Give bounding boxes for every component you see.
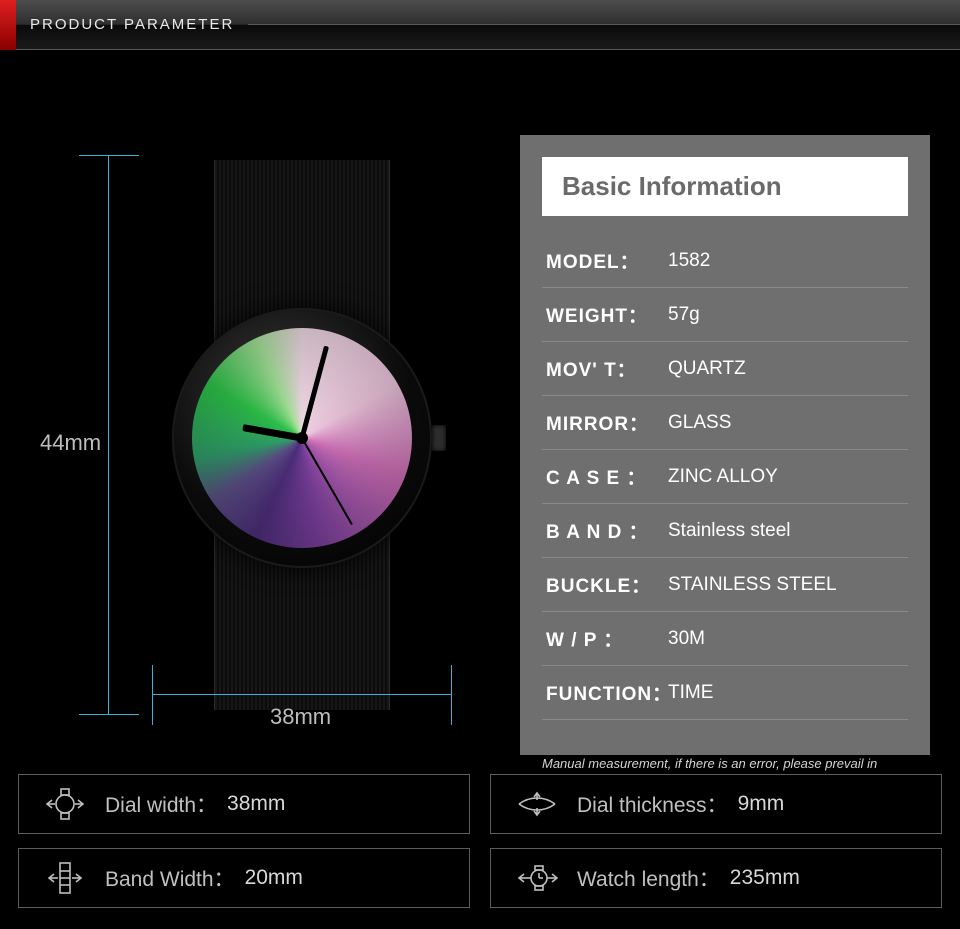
band-width-icon (43, 860, 87, 896)
spec-row: B A N D ： Stainless steel (542, 504, 908, 558)
spec-row: W / P ： 30M (542, 612, 908, 666)
spec-value: QUARTZ (668, 358, 904, 380)
tile-label: Dial width： (105, 789, 217, 819)
tile-band-width: Band Width： 20mm (18, 848, 470, 908)
spec-value: STAINLESS STEEL (668, 574, 904, 596)
spec-label: WEIGHT： (546, 301, 668, 328)
info-card-title: Basic Information (542, 157, 908, 216)
tile-label: Dial thickness： (577, 789, 728, 819)
tile-label: Band Width： (105, 863, 235, 893)
dial-width-icon (43, 786, 87, 822)
spec-value: Stainless steel (668, 520, 904, 542)
tile-value: 9mm (738, 792, 785, 816)
center-pin (296, 432, 308, 444)
spec-label: MOV' T： (546, 355, 668, 382)
spec-label: W / P ： (546, 625, 668, 652)
spec-row: BUCKLE： STAINLESS STEEL (542, 558, 908, 612)
header-rule (248, 24, 960, 25)
spec-value: 1582 (668, 250, 904, 272)
watch-case (172, 308, 432, 568)
dim-height-line (108, 155, 109, 715)
spec-value: ZINC ALLOY (668, 466, 904, 488)
spec-row: MIRROR： GLASS (542, 396, 908, 450)
spec-value: GLASS (668, 412, 904, 434)
tile-watch-length: Watch length： 235mm (490, 848, 942, 908)
spec-label: MODEL： (546, 247, 668, 274)
spec-value: TIME (668, 682, 904, 704)
spec-label: BUCKLE： (546, 571, 668, 598)
second-hand (301, 438, 353, 526)
spec-label: FUNCTION： (546, 679, 668, 706)
spec-row: MODEL： 1582 (542, 234, 908, 288)
minute-hand (300, 346, 329, 439)
info-card: Basic Information MODEL： 1582 WEIGHT： 57… (520, 135, 930, 755)
header-title: PRODUCT PARAMETER (30, 16, 234, 33)
watch-length-icon (515, 860, 559, 896)
spec-row: FUNCTION： TIME (542, 666, 908, 720)
spec-row: WEIGHT： 57g (542, 288, 908, 342)
header-bar: PRODUCT PARAMETER (0, 0, 960, 50)
dim-width-label: 38mm (270, 704, 331, 730)
tile-row: Dial width： 38mm Dial thickness： 9mm (0, 774, 960, 848)
spec-label: C A S E ： (546, 463, 668, 490)
metric-tiles: Dial width： 38mm Dial thickness： 9mm (0, 774, 960, 922)
spec-value: 30M (668, 628, 904, 650)
dim-height-label: 44mm (40, 430, 101, 456)
spec-value: 57g (668, 304, 904, 326)
tile-value: 20mm (245, 866, 303, 890)
tile-row: Band Width： 20mm Watch length： 235mm (0, 848, 960, 922)
tile-value: 235mm (730, 866, 800, 890)
watch-diagram: 44mm 38mm (40, 135, 480, 730)
hour-hand (242, 424, 302, 441)
watch (146, 160, 458, 710)
spec-row: MOV' T： QUARTZ (542, 342, 908, 396)
header-accent (0, 0, 16, 50)
tile-value: 38mm (227, 792, 285, 816)
spec-label: B A N D ： (546, 517, 668, 544)
watch-dial (192, 328, 412, 548)
spec-label: MIRROR： (546, 409, 668, 436)
dim-width-line (152, 694, 452, 695)
watch-crown (432, 425, 446, 451)
tile-label: Watch length： (577, 863, 720, 893)
main-area: 44mm 38mm Basic Information (0, 50, 960, 770)
product-parameter-page: PRODUCT PARAMETER 44mm 38mm (0, 0, 960, 929)
tile-dial-thickness: Dial thickness： 9mm (490, 774, 942, 834)
dial-thickness-icon (515, 786, 559, 822)
spec-row: C A S E ： ZINC ALLOY (542, 450, 908, 504)
tile-dial-width: Dial width： 38mm (18, 774, 470, 834)
